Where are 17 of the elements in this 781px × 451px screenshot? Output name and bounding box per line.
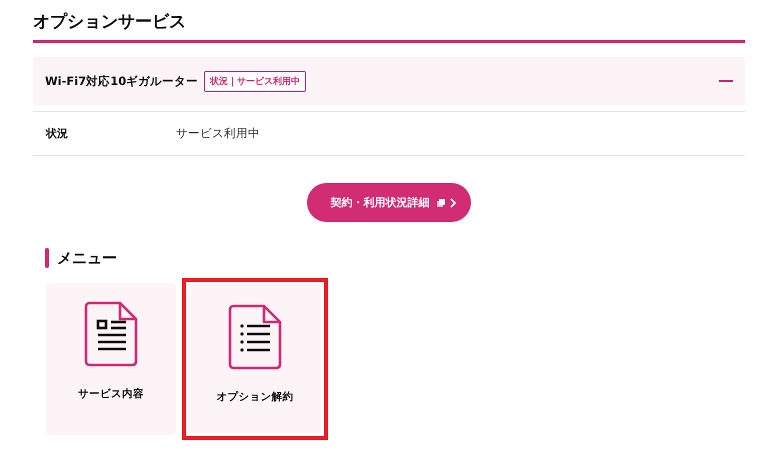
status-badge: 状況｜サービス利用中 [204, 70, 306, 92]
list-document-icon [228, 304, 282, 370]
heading-bar [45, 248, 49, 268]
row-value: サービス利用中 [176, 126, 260, 141]
external-link-icon [436, 198, 444, 206]
contract-details-button[interactable]: 契約・利用状況詳細 [307, 183, 471, 222]
card-label: サービス内容 [78, 387, 144, 401]
section-heading: メニュー [57, 248, 117, 268]
menu-card[interactable]: サービス内容 [46, 283, 176, 435]
form-document-icon [84, 301, 138, 367]
row-label: 状況 [46, 126, 69, 141]
accordion-header[interactable]: Wi-Fi7対応10ギガルーター 状況｜サービス利用中 [33, 57, 745, 105]
accordion-title: Wi-Fi7対応10ギガルーター [45, 74, 198, 88]
card-label: オプション解約 [216, 390, 294, 404]
page-title: オプションサービス [33, 10, 745, 43]
menu-card[interactable]: オプション解約 [182, 278, 328, 440]
chevron-right-icon [450, 198, 456, 208]
